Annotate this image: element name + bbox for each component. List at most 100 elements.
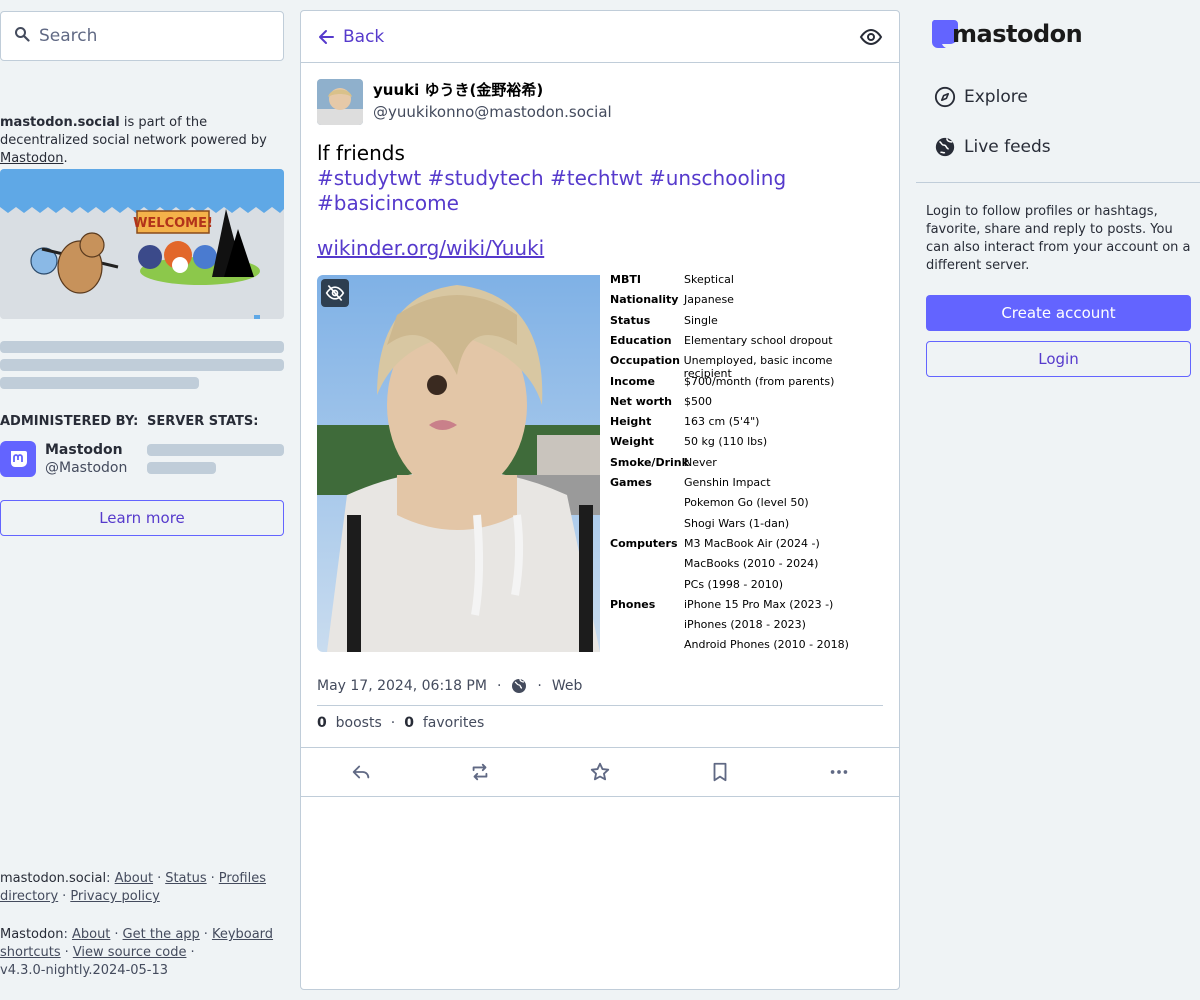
server-domain: mastodon.social: [0, 115, 120, 130]
logo-text: mastodon: [952, 20, 1083, 48]
status-hashtags[interactable]: #studytwt #studytech #techtwt #unschooli…: [317, 166, 883, 216]
arrow-left-icon: [319, 29, 334, 44]
footer-privacy-policy-link[interactable]: Privacy policy: [70, 889, 159, 904]
profile-card-row: Smoke/Drink Never: [610, 456, 717, 469]
back-button[interactable]: Back: [317, 27, 384, 47]
profile-card-row: Nationality Japanese: [610, 293, 734, 306]
server-hero-image: WELCOME!: [0, 169, 284, 319]
favorite-button[interactable]: [580, 755, 620, 789]
profile-card-value: Pokemon Go (level 50): [684, 496, 809, 510]
favorites-label[interactable]: favorites: [423, 715, 484, 731]
bookmark-button[interactable]: [700, 755, 740, 789]
profile-card-value: MacBooks (2010 - 2024): [684, 557, 819, 571]
nav-live-feeds-label: Live feeds: [964, 137, 1051, 157]
status-timestamp[interactable]: May 17, 2024, 06:18 PM: [317, 678, 487, 694]
profile-card-key: MBTI: [610, 275, 641, 286]
footer-app-about-link[interactable]: About: [72, 927, 110, 942]
globe-icon: [935, 137, 955, 157]
footer-about-link[interactable]: About: [115, 871, 153, 886]
status-detail-column: Back yuuki ゆうき(金野裕希) @yuukikonno@mastodo…: [300, 10, 900, 990]
loading-placeholder: [147, 444, 284, 456]
boosts-count: 0: [317, 715, 327, 731]
reply-button[interactable]: [341, 755, 381, 789]
mastodon-link[interactable]: Mastodon: [0, 151, 63, 166]
bookmark-icon: [713, 762, 726, 782]
boosts-label[interactable]: boosts: [336, 715, 382, 731]
more-icon: [830, 770, 848, 774]
profile-card-value: M3 MacBook Air (2024 -): [684, 536, 820, 550]
profile-card-value: Single: [684, 313, 718, 327]
status-link[interactable]: wikinder.org/wiki/Yuuki: [317, 236, 883, 261]
column-header: Back: [301, 11, 899, 63]
profile-card-key: Height: [610, 415, 652, 429]
profile-card-row: Computers M3 MacBook Air (2024 -): [610, 537, 820, 550]
profile-card-key: [610, 517, 684, 530]
status-counts: 0 boosts · 0 favorites: [317, 706, 883, 747]
administered-by-label: ADMINISTERED BY:: [0, 414, 139, 429]
profile-card-row: Phones iPhone 15 Pro Max (2023 -): [610, 598, 833, 611]
server-stats-label: SERVER STATS:: [147, 414, 259, 429]
divider: [916, 182, 1200, 183]
search-box[interactable]: [0, 11, 284, 61]
server-footer-links: mastodon.social: About · Status · Profiles d…: [0, 871, 266, 904]
profile-card-key: [610, 557, 684, 570]
media-attachment[interactable]: MBTI Skeptical Nationality Japanese Status Si…: [317, 275, 883, 652]
status-meta: May 17, 2024, 06:18 PM · · Web: [317, 677, 883, 695]
hide-media-button[interactable]: [321, 279, 349, 307]
profile-card-key: Net worth: [610, 394, 672, 408]
loading-placeholder: [147, 462, 216, 474]
eye-slash-icon: [325, 284, 345, 302]
admin-name: Mastodon: [45, 442, 123, 458]
profile-card-row: MBTI Skeptical: [610, 275, 734, 286]
footer-server-name: mastodon.social: [0, 871, 107, 886]
profile-card-row: Weight 50 kg (110 lbs): [610, 435, 767, 448]
profile-card-value: PCs (1998 - 2010): [684, 577, 784, 591]
profile-card-row: iPhones (2018 - 2023): [610, 618, 806, 631]
reply-icon: [352, 765, 370, 779]
loading-placeholder: [0, 359, 284, 371]
profile-card-row: Shogi Wars (1-dan): [610, 517, 789, 530]
status-header[interactable]: yuuki ゆうき(金野裕希) @yuukikonno@mastodon.soc…: [317, 79, 883, 125]
avatar[interactable]: [317, 79, 363, 125]
profile-card-value: Japanese: [684, 293, 734, 307]
avatar: [0, 441, 36, 477]
nav-live-feeds[interactable]: Live feeds: [934, 136, 1051, 158]
more-button[interactable]: [819, 755, 859, 789]
eye-icon[interactable]: [859, 25, 883, 49]
profile-card-value: Android Phones (2010 - 2018): [684, 638, 849, 652]
profile-card-value: $700/month (from parents): [684, 374, 835, 388]
login-button[interactable]: Login: [926, 341, 1191, 377]
app-version: v4.3.0-nightly.2024-05-13: [0, 963, 169, 978]
nav-explore[interactable]: Explore: [934, 86, 1028, 108]
profile-card-row: Education Elementary school dropout: [610, 334, 833, 347]
profile-card-row: MacBooks (2010 - 2024): [610, 557, 818, 570]
photo-image[interactable]: [317, 275, 600, 652]
loading-placeholder: [0, 341, 284, 353]
status-content: lf friends #studytwt #studytech #techtwt…: [317, 141, 883, 261]
profile-card-key: Weight: [610, 435, 654, 449]
create-account-button[interactable]: Create account: [926, 295, 1191, 331]
boost-button[interactable]: [460, 755, 500, 789]
mastodon-logo[interactable]: mastodon: [930, 18, 1083, 50]
profile-card-value: Shogi Wars (1-dan): [684, 516, 790, 530]
admin-account[interactable]: Mastodon @Mastodon: [0, 441, 127, 477]
footer-status-link[interactable]: Status: [165, 871, 206, 886]
search-input[interactable]: [39, 26, 269, 46]
footer-get-app-link[interactable]: Get the app: [123, 927, 200, 942]
application-name: Web: [551, 678, 583, 694]
search-icon: [14, 26, 30, 42]
mastodon-logo-icon: [11, 451, 27, 467]
server-about-text: mastodon.social is part of the decentral…: [0, 114, 284, 168]
profile-card-value: iPhone 15 Pro Max (2023 -): [684, 597, 834, 611]
profile-card-key: [610, 638, 684, 651]
footer-view-source-link[interactable]: View source code: [73, 945, 187, 960]
profile-card-key: Education: [610, 333, 672, 347]
profile-card-row: Income $700/month (from parents): [610, 375, 834, 388]
profile-card-value: $500: [684, 394, 712, 408]
welcome-banner-text: WELCOME!: [133, 216, 213, 231]
learn-more-button[interactable]: Learn more: [0, 500, 284, 536]
profile-card-row: Status Single: [610, 314, 718, 327]
profile-card-row: PCs (1998 - 2010): [610, 578, 783, 591]
left-sidebar: mastodon.social is part of the decentral…: [0, 0, 285, 1000]
profile-card-key: Computers: [610, 536, 678, 550]
